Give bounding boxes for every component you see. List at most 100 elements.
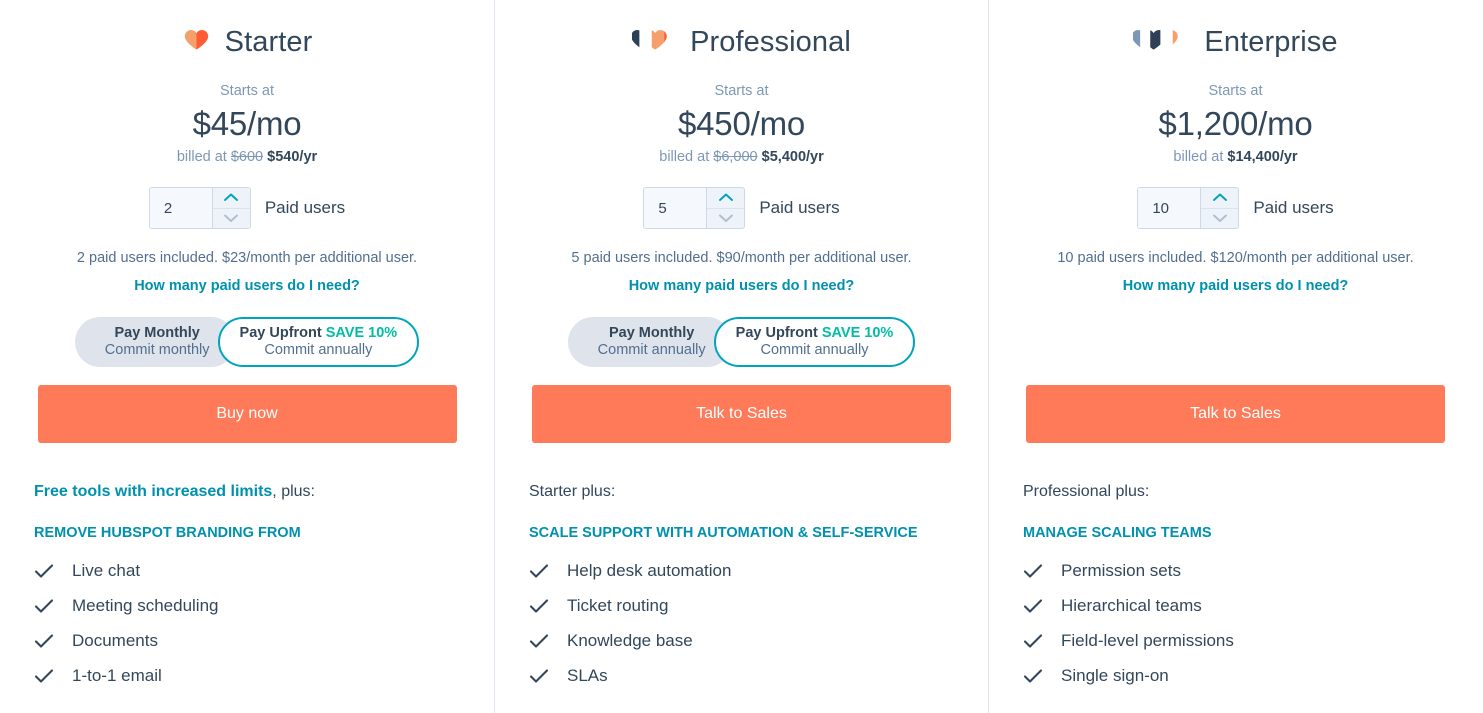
check-icon <box>529 598 549 614</box>
check-icon <box>34 563 54 579</box>
seats-stepper[interactable]: 10 <box>1137 187 1240 230</box>
plan-header-professional: Professional <box>631 20 851 64</box>
check-icon <box>529 563 549 579</box>
paid-users-label: Paid users <box>264 198 346 218</box>
seats-stepper[interactable]: 2 <box>148 187 251 230</box>
check-icon <box>1023 563 1043 579</box>
paid-users-label: Paid users <box>1253 198 1334 218</box>
feature-label: Knowledge base <box>567 631 693 650</box>
pay-monthly-title: Pay Monthly <box>608 324 695 341</box>
pay-monthly-option[interactable]: Pay Monthly Commit annually <box>567 317 732 368</box>
new-price: $5,400/yr <box>761 148 824 165</box>
pricing-plans-grid: Starter Starts at $45/mo billed at $600 … <box>0 0 1483 713</box>
chevron-up-icon <box>718 189 734 207</box>
included-users-note: 10 paid users included. $120/month per a… <box>1057 250 1414 267</box>
feature-label: Documents <box>72 631 158 650</box>
starts-at-label: Starts at <box>714 83 769 99</box>
features-list: Permission sets Hierarchical teams Field… <box>1023 554 1449 694</box>
stepper-buttons <box>1200 188 1239 229</box>
cta-button-professional[interactable]: Talk to Sales <box>532 385 951 444</box>
check-icon <box>1023 598 1043 614</box>
plan-column-enterprise: Enterprise Starts at $1,200/mo billed at… <box>988 0 1482 713</box>
save-badge: SAVE 10% <box>325 324 398 341</box>
feature-label: Single sign-on <box>1061 666 1169 685</box>
included-users-note: 2 paid users included. $23/month per add… <box>76 250 418 267</box>
stepper-increment-button[interactable] <box>707 188 745 208</box>
feature-label: Meeting scheduling <box>72 596 219 615</box>
plan-price: $450/mo <box>677 105 806 143</box>
stepper-decrement-button[interactable] <box>707 207 745 229</box>
feature-label: SLAs <box>567 666 608 685</box>
features-intro: Starter plus: <box>529 481 955 503</box>
stepper-buttons <box>706 188 745 229</box>
pay-upfront-option[interactable]: Pay Upfront SAVE 10% Commit annually <box>217 317 420 368</box>
features-heading: SCALE SUPPORT WITH AUTOMATION & SELF-SER… <box>529 524 918 541</box>
features-list: Live chat Meeting scheduling Documents 1… <box>34 554 461 694</box>
chevron-down-icon <box>223 210 239 228</box>
check-icon <box>529 668 549 684</box>
pay-monthly-option[interactable]: Pay Monthly Commit monthly <box>74 317 236 368</box>
features-intro: Professional plus: <box>1023 481 1449 503</box>
seats-stepper-row: 5 Paid users <box>643 187 840 230</box>
cta-button-starter[interactable]: Buy now <box>37 385 457 444</box>
how-many-users-link[interactable]: How many paid users do I need? <box>629 277 855 296</box>
features-section: Professional plus: MANAGE SCALING TEAMS … <box>1022 481 1449 693</box>
stepper-increment-button[interactable] <box>212 188 250 208</box>
features-section: Starter plus: SCALE SUPPORT WITH AUTOMAT… <box>528 481 955 693</box>
pay-monthly-subtitle: Commit monthly <box>104 342 210 359</box>
seats-input[interactable]: 5 <box>644 188 707 229</box>
seats-stepper-row: 2 Paid users <box>148 187 346 230</box>
old-price: $6,000 <box>713 148 758 165</box>
starts-at-label: Starts at <box>220 83 274 99</box>
feature-item: Live chat <box>34 554 461 589</box>
stepper-decrement-button[interactable] <box>1201 207 1239 229</box>
old-price: $600 <box>230 148 264 165</box>
seats-input[interactable]: 2 <box>149 188 212 229</box>
billing-toggle-starter: Pay Monthly Commit monthly Pay Upfront S… <box>74 317 420 368</box>
seats-input[interactable]: 10 <box>1138 188 1201 229</box>
feature-item: Permission sets <box>1023 554 1449 589</box>
plan-column-starter: Starter Starts at $45/mo billed at $600 … <box>0 0 494 713</box>
cta-button-enterprise[interactable]: Talk to Sales <box>1026 385 1445 444</box>
plan-title: Professional <box>690 25 851 58</box>
stepper-increment-button[interactable] <box>1201 188 1239 208</box>
billing-toggle-professional: Pay Monthly Commit annually Pay Upfront … <box>567 317 916 368</box>
feature-item: Field-level permissions <box>1023 624 1449 659</box>
feature-label: Hierarchical teams <box>1061 596 1202 615</box>
billed-annually-note: billed at $600 $540/yr <box>176 148 318 165</box>
feature-label: Field-level permissions <box>1061 631 1234 650</box>
feature-item: Ticket routing <box>529 589 955 624</box>
plan-header-starter: Starter <box>182 20 313 64</box>
pay-upfront-option[interactable]: Pay Upfront SAVE 10% Commit annually <box>713 317 916 368</box>
seats-stepper[interactable]: 5 <box>643 187 746 230</box>
included-users-note: 5 paid users included. $90/month per add… <box>571 250 912 267</box>
feature-label: Live chat <box>72 561 141 580</box>
feature-item: SLAs <box>529 659 955 694</box>
plan-title: Starter <box>224 25 313 58</box>
feature-item: Hierarchical teams <box>1023 589 1449 624</box>
feature-label: Permission sets <box>1061 561 1181 580</box>
check-icon <box>1023 633 1043 649</box>
features-section: Free tools with increased limits, plus: … <box>33 481 461 693</box>
plan-title: Enterprise <box>1204 25 1338 58</box>
stepper-buttons <box>211 188 250 229</box>
features-intro-rest: , plus: <box>272 483 315 501</box>
features-intro-link[interactable]: Free tools with increased limits <box>34 483 272 500</box>
pay-upfront-title: Pay Upfront <box>239 324 322 341</box>
feature-item: 1-to-1 email <box>34 659 461 694</box>
plan-price: $45/mo <box>192 105 302 143</box>
feature-label: Ticket routing <box>567 596 669 615</box>
check-icon <box>529 633 549 649</box>
feature-label: 1-to-1 email <box>72 666 162 685</box>
heart-single-icon <box>182 26 211 58</box>
chevron-down-icon <box>718 210 734 228</box>
pay-upfront-subtitle: Commit annually <box>264 342 373 359</box>
chevron-down-icon <box>1212 210 1228 228</box>
stepper-decrement-button[interactable] <box>212 207 250 229</box>
feature-item: Knowledge base <box>529 624 955 659</box>
check-icon <box>34 633 54 649</box>
how-many-users-link[interactable]: How many paid users do I need? <box>134 277 360 296</box>
how-many-users-link[interactable]: How many paid users do I need? <box>1123 277 1349 296</box>
plan-column-professional: Professional Starts at $450/mo billed at… <box>494 0 988 713</box>
features-heading: MANAGE SCALING TEAMS <box>1023 524 1212 541</box>
